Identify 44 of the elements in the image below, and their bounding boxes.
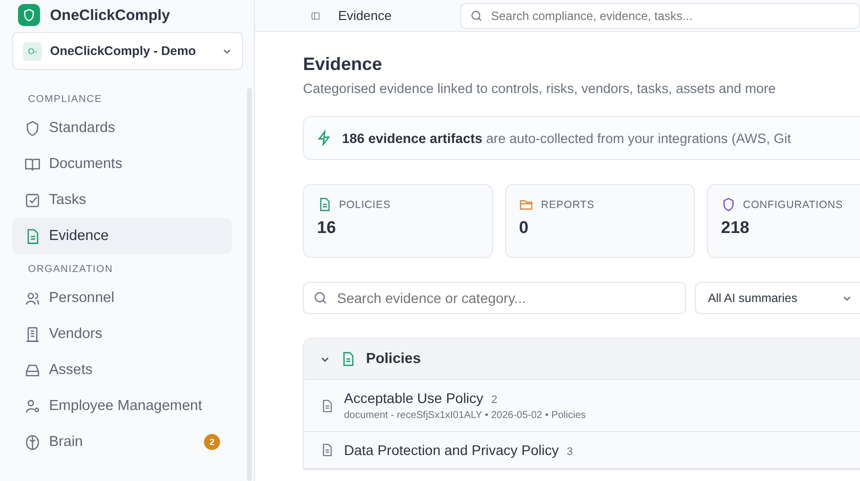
evidence-row[interactable]: Data Protection and Privacy Policy 3: [304, 432, 860, 469]
evidence-title: Data Protection and Privacy Policy: [344, 442, 559, 458]
person-icon: [24, 398, 41, 414]
evidence-count: 3: [566, 446, 573, 458]
sidebar-item[interactable]: Brain 2: [12, 424, 232, 460]
stat-value: 0: [519, 218, 530, 238]
page-title: Evidence: [303, 54, 384, 75]
lightning-icon: [316, 130, 332, 146]
stat-value: 218: [721, 218, 750, 238]
check-icon: [24, 192, 41, 208]
workspace-selector[interactable]: O- OneClickComply - Demo: [12, 32, 243, 70]
document-icon: [320, 398, 334, 412]
stat-label: POLICIES: [339, 198, 391, 210]
sidebar-item[interactable]: Assets: [12, 352, 232, 388]
evidence-title: Acceptable Use Policy: [344, 390, 484, 406]
breadcrumb: Evidence: [338, 8, 393, 23]
banner-text: 186 evidence artifacts are auto-collected from your integrations (AWS, Git: [342, 130, 791, 146]
evidence-meta: document - receSfjSx1xI01ALY • 2026-05-02 • Policies: [344, 410, 586, 421]
sidebar-item[interactable]: Evidence: [12, 218, 232, 254]
shield-icon: [24, 120, 41, 136]
sidebar-item[interactable]: Vendors: [12, 316, 232, 352]
section-heading: COMPLIANCE: [27, 94, 104, 107]
evidence-count: 2: [491, 394, 498, 406]
stat-label: REPORTS: [541, 198, 594, 210]
stat-label: CONFIGURATIONS: [743, 198, 843, 210]
global-search-field[interactable]: Search compliance, evidence, tasks...: [460, 2, 860, 28]
brain-icon: [24, 434, 41, 450]
group-header[interactable]: Policies: [304, 339, 860, 380]
shield-logo-icon: [18, 4, 40, 26]
section-heading: ORGANIZATION: [27, 264, 114, 277]
count-badge: 2: [204, 434, 220, 450]
evidence-row[interactable]: Acceptable Use Policy 2 document - receSfjSx1xI01ALY • 2026-05-02 • Policies: [304, 380, 860, 432]
sidebar-item[interactable]: Documents: [12, 146, 232, 182]
sidebar-item[interactable]: Standards: [12, 110, 232, 146]
sidebar-item[interactable]: Personnel: [12, 280, 232, 316]
stat-value: 16: [317, 218, 337, 238]
brand-name: OneClickComply: [50, 6, 170, 24]
building-icon: [24, 326, 41, 342]
summary-filter-dropdown[interactable]: All AI summaries: [695, 282, 860, 314]
sidebar-item[interactable]: Employee Management: [12, 388, 232, 424]
document-icon: [320, 443, 334, 457]
sidebar-item[interactable]: Tasks: [12, 182, 232, 218]
evidence-search-field[interactable]: Search evidence or category...: [303, 282, 686, 314]
page-subtitle: Categorised evidence linked to controls, risks, vendors, tasks, assets and more: [303, 81, 777, 96]
